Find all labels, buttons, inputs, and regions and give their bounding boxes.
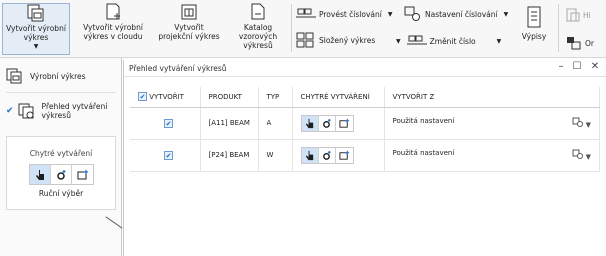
dialog-title: Přehled vytváření výkresů (124, 60, 606, 77)
maximize-button[interactable]: ☐ (570, 61, 584, 72)
add-drawing-icon[interactable] (72, 165, 93, 184)
cell-create-from: Použitá nastavení (392, 117, 455, 125)
cell-type: A (258, 107, 293, 140)
chevron-down-icon[interactable]: ▼ (586, 121, 591, 129)
chevron-down-icon[interactable]: ▼ (3, 42, 69, 51)
dropdown-item-label: Výrobní výkres (30, 71, 86, 81)
chevron-down-icon[interactable]: ▼ (504, 11, 509, 18)
settings-icon (572, 149, 584, 159)
hand-pointer-icon[interactable] (30, 165, 51, 184)
table-row[interactable]: ✔ [A11] BEAM A Použitá nastavení ▼ (130, 107, 600, 140)
composite-drawing-button[interactable]: Složený výkres (296, 32, 375, 48)
create-project-drawing-button[interactable]: Vytvořit projekční výkres (156, 3, 222, 55)
auto-gear-icon[interactable] (51, 165, 72, 184)
catalog-button[interactable]: Katalog vzorových výkresů (224, 3, 292, 55)
column-header-product[interactable]: PRODUKT (200, 87, 259, 108)
change-number-icon (406, 35, 427, 45)
row-smart-creation-toggle (300, 114, 354, 132)
auto-gear-icon[interactable] (319, 115, 336, 131)
cell-type: W (258, 139, 293, 172)
table-row[interactable]: ✔ [P24] BEAM W Použitá nastavení ▼ (130, 139, 600, 172)
create-production-cloud-label: Vytvořit výrobní výkres v cloudu (83, 23, 143, 41)
production-drawing-icon (6, 68, 22, 84)
manual-selection-label: Ruční výběr (38, 189, 84, 198)
smart-creation-title: Chytré vytváření (29, 149, 93, 158)
divider (105, 216, 123, 229)
hand-pointer-icon[interactable] (301, 147, 319, 163)
row-settings-dropdown[interactable]: ▼ (572, 149, 591, 161)
column-header-type[interactable]: TYP (258, 87, 293, 108)
ribbon-separator (291, 4, 292, 52)
numbering-settings-label: Nastavení číslování (425, 9, 498, 19)
numbering-settings-icon (404, 6, 420, 21)
select-all-checkbox[interactable]: ✔ (138, 92, 147, 102)
lists-label: Výpisy (521, 32, 547, 41)
chevron-down-icon[interactable]: ▼ (388, 11, 393, 18)
project-drawing-icon (181, 4, 197, 20)
production-drawing-icon (27, 4, 44, 22)
create-project-label: Vytvořit projekční výkres (158, 23, 220, 41)
drawing-overview-table: ✔ VYTVOŘIT PRODUKT TYP CHYTRÉ VYTVÁŘENÍ … (130, 87, 600, 172)
chevron-down-icon[interactable]: ▼ (586, 153, 591, 161)
auto-gear-icon[interactable] (319, 147, 336, 163)
hi-cut-button[interactable]: Hi (566, 8, 591, 22)
hi-cut-label: Hi (583, 10, 591, 20)
or-cut-button[interactable]: Or (566, 36, 594, 50)
ribbon: Vytvořit výrobní výkres ▼ Vytvořit výrob… (0, 0, 606, 58)
change-number-button[interactable]: ▼ Změnit číslo ▼ (396, 35, 501, 47)
dropdown-item-label: výkresů (41, 111, 71, 120)
lists-button[interactable]: Výpisy (514, 6, 554, 56)
change-number-label: Změnit číslo (429, 36, 476, 46)
numbering-run-button[interactable]: Provést číslování ▼ (296, 8, 392, 20)
cell-create-from: Použitá nastavení (392, 149, 455, 157)
add-drawing-icon[interactable] (336, 116, 353, 131)
cloud-drawing-icon (106, 3, 120, 20)
cell-product: [A11] BEAM (200, 107, 259, 140)
ribbon-separator (558, 4, 559, 52)
dropdown-item-label: Přehled vytváření (41, 102, 108, 111)
row-settings-dropdown[interactable]: ▼ (572, 117, 591, 129)
composite-drawing-icon (296, 32, 314, 48)
row-checkbox[interactable]: ✔ (164, 118, 173, 128)
close-button[interactable]: ✕ (588, 61, 602, 72)
catalog-label: Katalog vzorových výkresů (238, 23, 278, 50)
hand-pointer-icon[interactable] (301, 115, 319, 131)
column-header-create-from[interactable]: VYTVOŘIT Z (384, 87, 600, 108)
assembly-icon (567, 37, 581, 50)
cell-product: [P24] BEAM (200, 139, 259, 172)
catalog-icon (251, 3, 265, 20)
row-checkbox[interactable]: ✔ (164, 150, 173, 160)
numbering-settings-button[interactable]: Nastavení číslování ▼ (404, 6, 508, 22)
column-header-create[interactable]: ✔ VYTVOŘIT (130, 87, 201, 108)
drawing-overview-dialog: Přehled vytváření výkresů – ☐ ✕ ✔ VYTVOŘ… (123, 60, 606, 256)
dropdown-item-production-drawing[interactable]: Výrobní výkres (6, 68, 86, 84)
add-drawing-icon[interactable] (336, 148, 353, 163)
minimize-button[interactable]: – (554, 61, 568, 72)
chevron-down-icon[interactable]: ▼ (396, 38, 401, 45)
column-header-smart-creation[interactable]: CHYTRÉ VYTVÁŘENÍ (292, 87, 385, 108)
numbering-icon (296, 8, 316, 18)
drawing-overview-icon (18, 103, 34, 119)
part-icon (566, 8, 580, 22)
dropdown-item-drawing-overview[interactable]: ✔ Přehled vytváření výkresů (6, 102, 107, 120)
create-dropdown-menu: Výrobní výkres ✔ Přehled vytváření výkre… (0, 58, 123, 256)
divider (6, 92, 116, 93)
create-production-drawing-button[interactable]: Vytvořit výrobní výkres ▼ (2, 3, 70, 55)
settings-icon (572, 117, 584, 127)
table-header-row: ✔ VYTVOŘIT PRODUKT TYP CHYTRÉ VYTVÁŘENÍ … (130, 87, 600, 108)
smart-creation-group: Chytré vytváření Ruční výběr (6, 136, 116, 210)
lists-icon (527, 6, 541, 28)
check-icon: ✔ (6, 106, 14, 116)
composite-drawing-label: Složený výkres (319, 35, 376, 45)
smart-creation-toggle (29, 164, 94, 185)
or-cut-label: Or (585, 38, 594, 48)
create-production-cloud-button[interactable]: Vytvořit výrobní výkres v cloudu (72, 3, 154, 55)
create-production-label: Vytvořit výrobní výkres (6, 24, 66, 42)
chevron-down-icon[interactable]: ▼ (497, 38, 502, 45)
row-smart-creation-toggle (300, 146, 354, 164)
numbering-run-label: Provést číslování (319, 9, 382, 19)
